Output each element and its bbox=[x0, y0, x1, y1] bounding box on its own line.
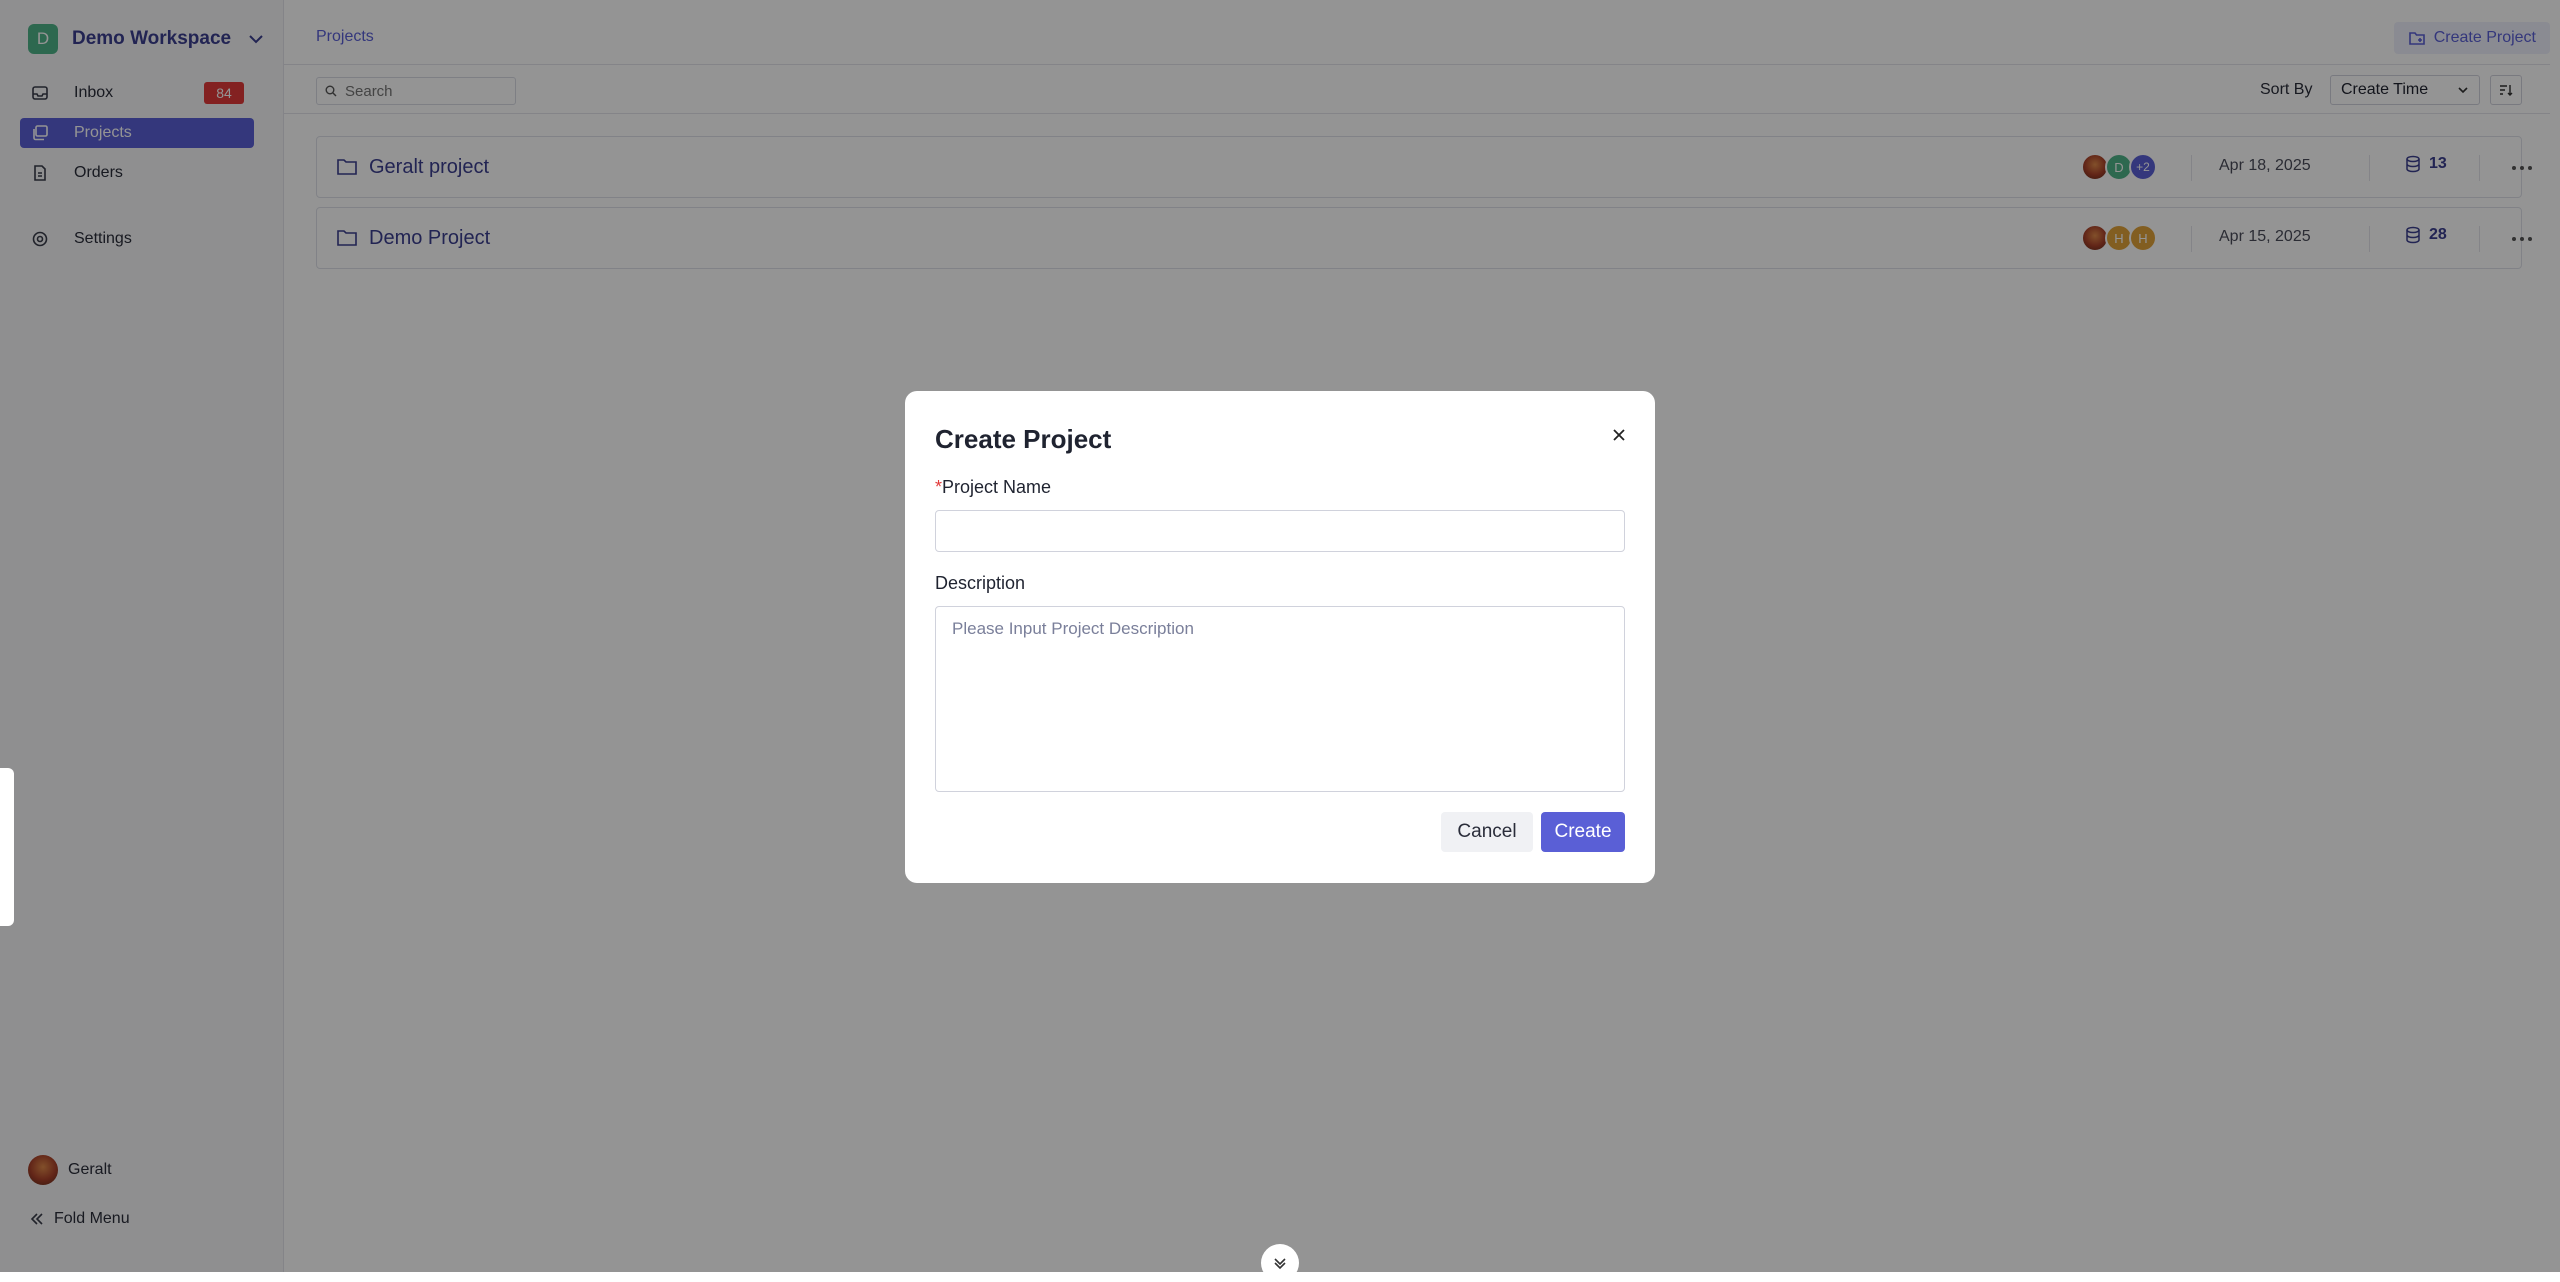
create-project-dialog: Create Project *Project Name Description… bbox=[905, 391, 1655, 883]
required-mark: * bbox=[935, 477, 943, 497]
cancel-button[interactable]: Cancel bbox=[1441, 812, 1533, 852]
close-icon bbox=[1613, 429, 1625, 441]
project-name-label-text: Project Name bbox=[942, 477, 1052, 497]
description-textarea[interactable] bbox=[935, 606, 1625, 792]
chevron-down-icon bbox=[1274, 1258, 1286, 1270]
create-button[interactable]: Create bbox=[1541, 812, 1625, 852]
description-label: Description bbox=[935, 573, 1026, 593]
project-name-label: *Project Name bbox=[935, 477, 1051, 498]
side-panel-handle[interactable] bbox=[0, 768, 14, 926]
dialog-title: Create Project bbox=[935, 424, 1112, 454]
bottom-toggle-button[interactable] bbox=[1261, 1244, 1299, 1282]
project-name-input[interactable] bbox=[935, 510, 1625, 552]
close-button[interactable] bbox=[1605, 421, 1633, 449]
